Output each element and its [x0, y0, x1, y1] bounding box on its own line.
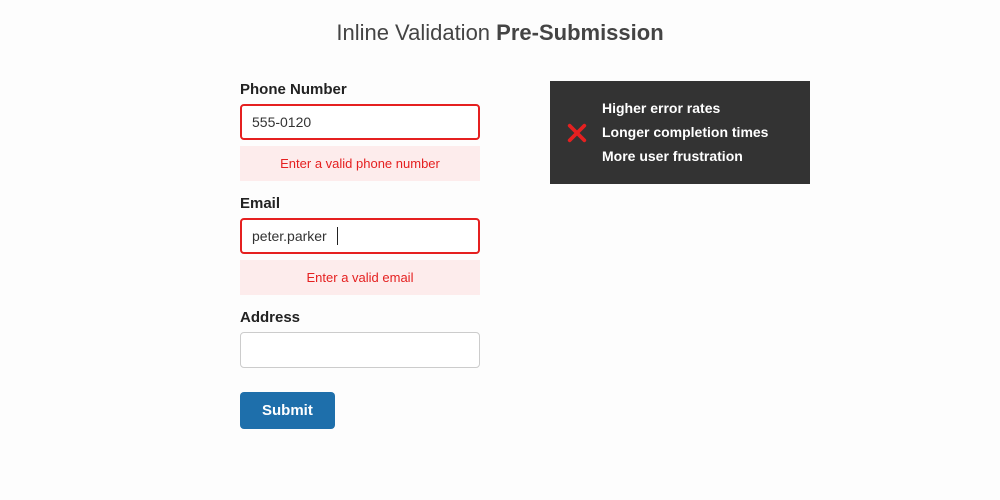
content-wrapper: Phone Number Enter a valid phone number …	[0, 81, 1000, 429]
phone-label: Phone Number	[240, 81, 480, 98]
page-title: Inline Validation Pre-Submission	[0, 20, 1000, 46]
callout-item: More user frustration	[602, 145, 768, 169]
email-error-message: Enter a valid email	[240, 260, 480, 295]
phone-input[interactable]	[240, 104, 480, 140]
address-field-group: Address	[240, 309, 480, 368]
x-icon	[566, 122, 588, 144]
phone-field-group: Phone Number Enter a valid phone number	[240, 81, 480, 181]
email-field-group: Email Enter a valid email	[240, 195, 480, 295]
title-prefix: Inline Validation	[336, 20, 496, 45]
title-bold: Pre-Submission	[496, 20, 663, 45]
text-cursor-icon	[337, 227, 338, 245]
callout-item: Higher error rates	[602, 97, 768, 121]
address-label: Address	[240, 309, 480, 326]
address-input[interactable]	[240, 332, 480, 368]
email-label: Email	[240, 195, 480, 212]
form-column: Phone Number Enter a valid phone number …	[240, 81, 480, 429]
phone-error-message: Enter a valid phone number	[240, 146, 480, 181]
callout-list: Higher error rates Longer completion tim…	[602, 97, 768, 168]
submit-button[interactable]: Submit	[240, 392, 335, 429]
email-input[interactable]	[240, 218, 480, 254]
callout-item: Longer completion times	[602, 121, 768, 145]
callout-panel: Higher error rates Longer completion tim…	[550, 81, 810, 184]
